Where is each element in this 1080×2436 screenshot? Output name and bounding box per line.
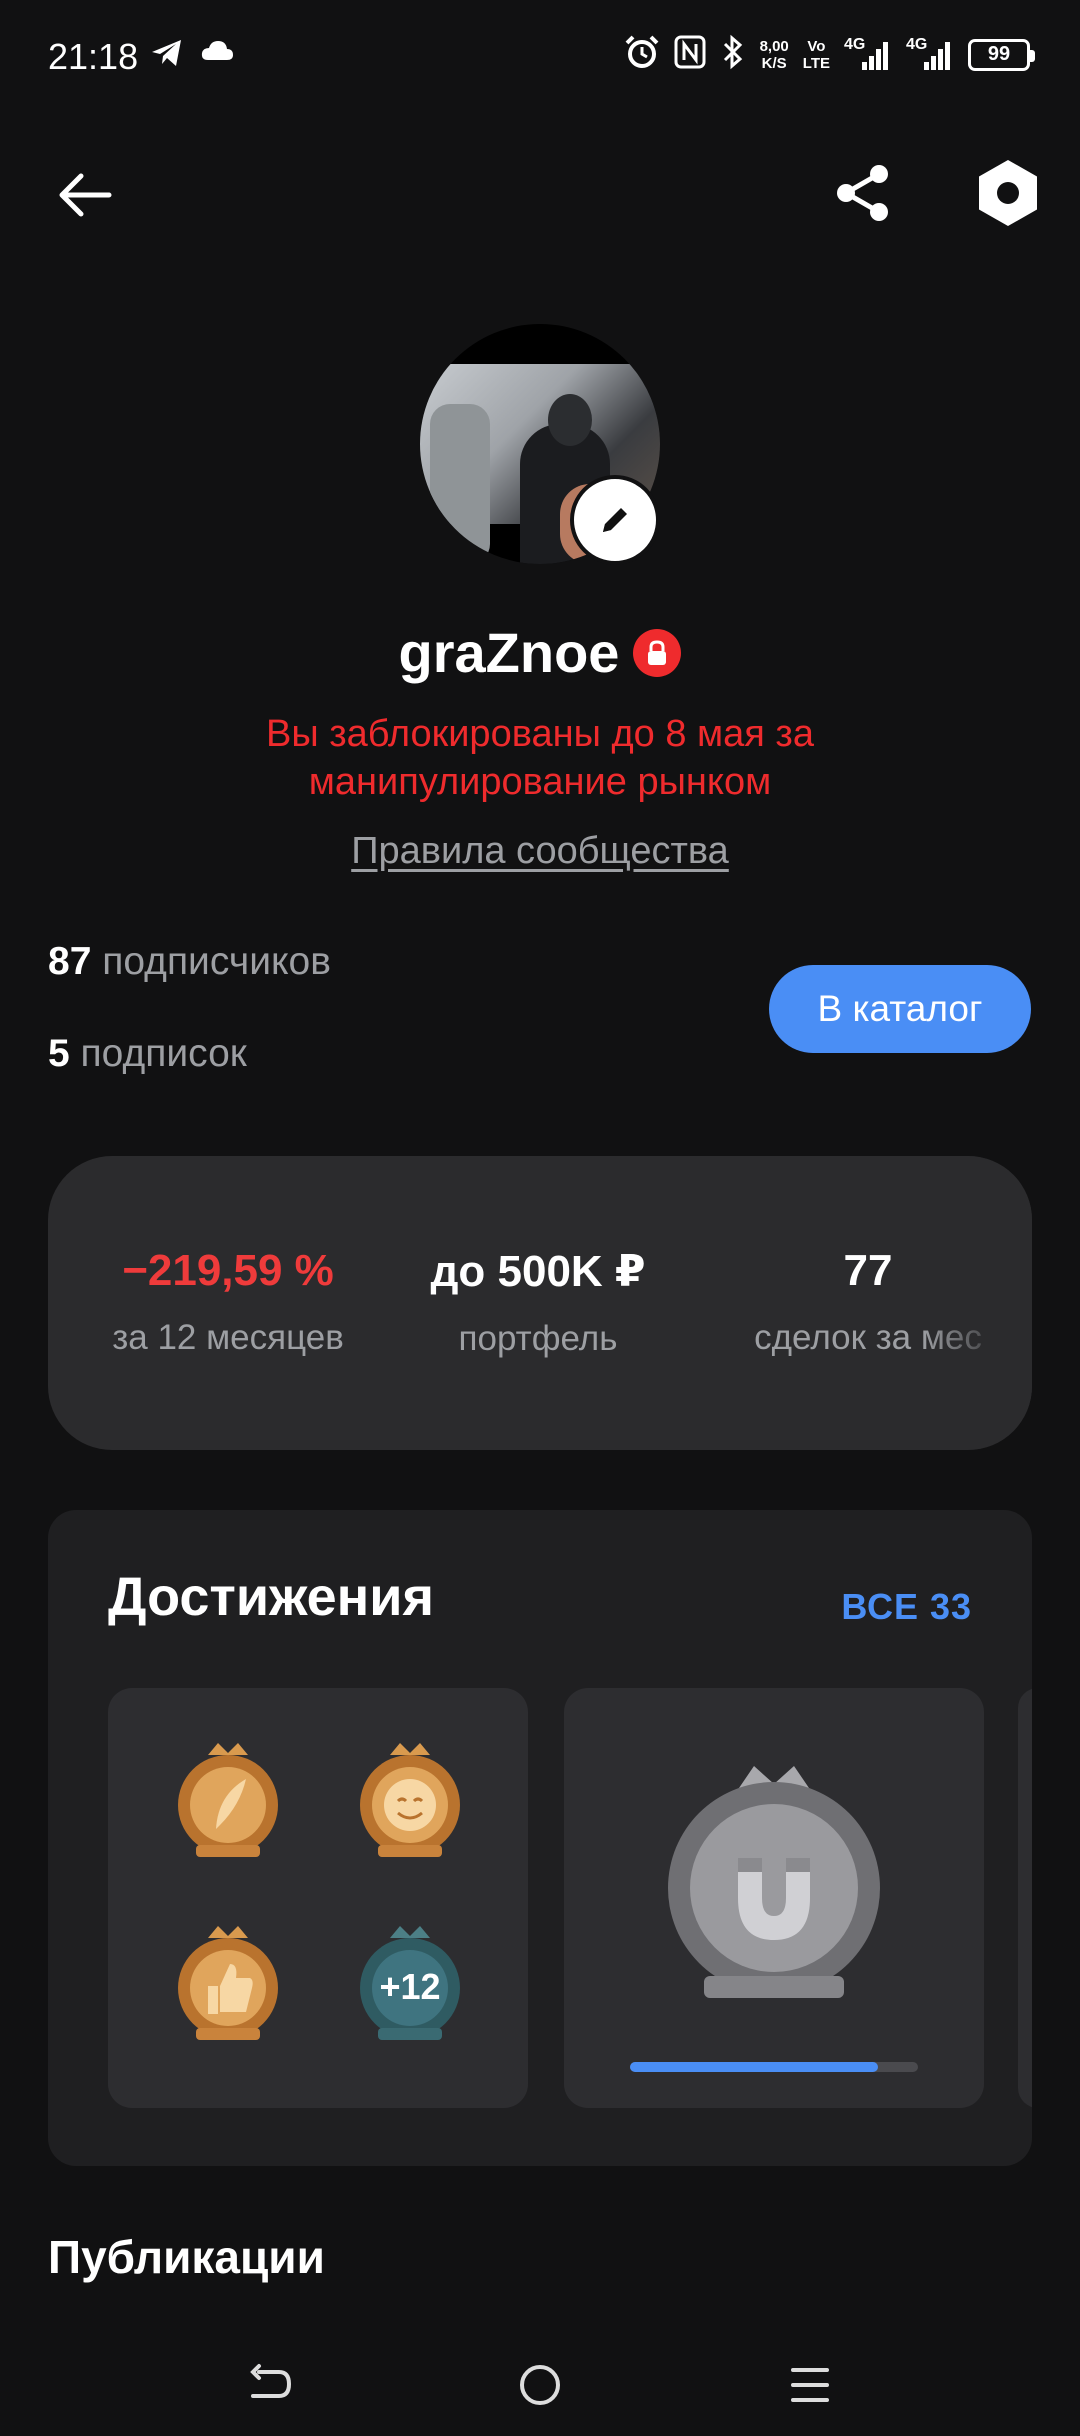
following-label: подписок [80, 1032, 247, 1075]
settings-button[interactable] [970, 155, 1045, 230]
nav-back-button[interactable] [235, 2350, 305, 2420]
username: graZnoe [398, 621, 620, 684]
share-icon [836, 164, 888, 221]
arrow-left-icon [59, 173, 112, 217]
feather-medal-icon [178, 1743, 278, 1857]
ban-message: Вы заблокированы до 8 мая за манипулиров… [266, 713, 814, 803]
battery-level: 99 [987, 43, 1011, 65]
nfc-icon [674, 35, 706, 74]
magnet-medal-icon [668, 1766, 880, 1998]
volte-bottom: LTE [802, 54, 830, 72]
cloud-icon [200, 38, 234, 73]
battery-icon: 99 [968, 38, 1035, 71]
volte-top: Vo [807, 37, 826, 55]
achievement-progress-tile[interactable] [564, 1688, 984, 2108]
edit-avatar-button[interactable] [570, 475, 660, 565]
nav-back-icon [250, 2364, 292, 2398]
pencil-icon [603, 508, 627, 532]
publications-title: Публикации [48, 2231, 325, 2283]
net-speed: 8,00 K/S [760, 38, 789, 72]
signal-icon: 4G [906, 36, 954, 72]
telegram-icon [150, 38, 184, 73]
more-count-label: +12 [379, 1966, 441, 2007]
stat-label: за 12 месяцев [112, 1318, 344, 1357]
achievements-title: Достижения [108, 1567, 435, 1627]
username-row: graZnoe [0, 620, 1080, 685]
stat-portfolio: до 500K ₽ портфель [408, 1246, 668, 1359]
more-achievements-badge: +12 [340, 1916, 480, 2056]
nav-home-icon [520, 2365, 560, 2405]
achievement-progress-fill [630, 2062, 878, 2072]
achievement-group-tile[interactable]: +12 [108, 1688, 528, 2108]
status-bar: 21:18 8,00 K/S Vo LTE 4G 4G 99 [0, 0, 1080, 120]
avatar-figure [430, 404, 490, 564]
followers-count[interactable]: 87 подписчиков [48, 940, 331, 984]
stat-value: до 500K ₽ [430, 1247, 646, 1296]
nav-home-button[interactable] [505, 2350, 575, 2420]
avatar-figure [548, 394, 592, 446]
system-nav-bar [0, 2330, 1080, 2436]
achievements-all-link[interactable]: ВСЕ 33 [841, 1586, 972, 1628]
bluetooth-icon [720, 34, 746, 75]
share-button[interactable] [825, 155, 900, 230]
following-number: 5 [48, 1032, 70, 1075]
followers-number: 87 [48, 940, 92, 983]
volte-indicator: Vo LTE [803, 38, 830, 72]
achievements-card: Достижения ВСЕ 33 +12 [48, 1510, 1032, 2166]
alarm-icon [624, 34, 660, 75]
net-speed-unit: K/S [761, 54, 787, 72]
nav-menu-button[interactable] [775, 2350, 845, 2420]
hexagon-settings-icon [978, 159, 1037, 226]
achievement-progress-bar [630, 2062, 918, 2072]
fade-overlay [922, 1156, 1032, 1450]
back-button[interactable] [50, 160, 120, 230]
community-rules-link[interactable]: Правила сообщества [0, 830, 1080, 873]
nav-menu-icon [791, 2368, 829, 2402]
smile-medal-icon [360, 1743, 460, 1857]
status-right-icons: 8,00 K/S Vo LTE 4G 4G 99 [624, 34, 1035, 75]
achievement-tile-partial[interactable] [1018, 1688, 1032, 2108]
net-speed-value: 8,00 [759, 37, 789, 55]
stats-card[interactable]: −219,59 % за 12 месяцев до 500K ₽ портфе… [48, 1156, 1032, 1450]
lock-icon [633, 628, 682, 677]
stat-value: −219,59 % [122, 1246, 334, 1295]
thumbs-up-medal-icon [178, 1926, 278, 2040]
status-time: 21:18 [48, 36, 139, 77]
stat-label: портфель [458, 1319, 618, 1358]
stat-yield: −219,59 % за 12 месяцев [98, 1246, 358, 1358]
status-left-icons [150, 38, 234, 73]
followers-label: подписчиков [102, 940, 331, 983]
signal-icon: 4G [844, 36, 892, 72]
catalog-button[interactable]: В каталог [769, 965, 1031, 1053]
following-count[interactable]: 5 подписок [48, 1032, 247, 1076]
